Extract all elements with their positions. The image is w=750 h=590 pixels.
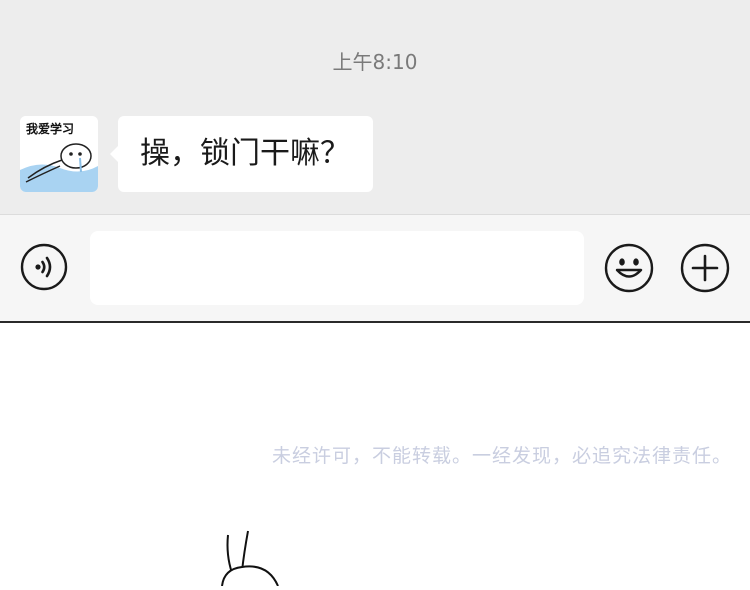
emoji-button[interactable] [604, 243, 654, 293]
chat-input-bar [0, 214, 750, 323]
plus-button[interactable] [680, 243, 730, 293]
voice-button[interactable] [20, 243, 68, 291]
voice-wave-icon [20, 243, 68, 291]
message-input[interactable] [90, 231, 584, 305]
message-text: 操，锁门干嘛？ [140, 136, 350, 171]
chat-area: 上午8:10 我爱学习 操，锁门干嘛？ [0, 0, 750, 214]
message-timestamp: 上午8:10 [332, 50, 418, 74]
avatar-label: 我爱学习 [26, 122, 75, 136]
plus-icon [680, 243, 730, 293]
smiley-icon [604, 243, 654, 293]
avatar[interactable]: 我爱学习 [20, 116, 98, 192]
character-doodle [210, 525, 310, 587]
message-bubble[interactable]: 操，锁门干嘛？ [110, 116, 373, 192]
copyright-watermark: 未经许可，不能转载。一经发现，必追究法律责任。 [272, 445, 733, 467]
